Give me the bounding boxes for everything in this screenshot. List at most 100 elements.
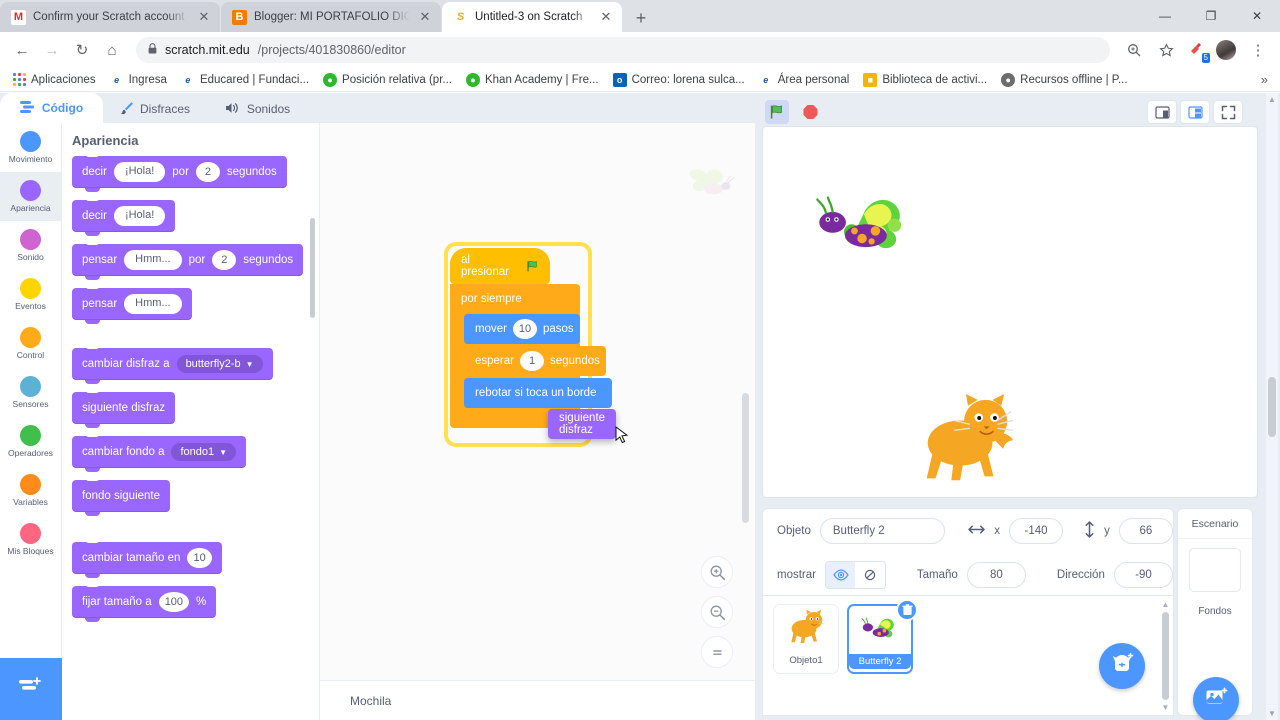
bookmark-ingresa[interactable]: e Ingresa bbox=[104, 71, 173, 89]
bookmark-posicion-relativa[interactable]: ● Posición relativa (pr... bbox=[317, 71, 458, 89]
close-window-button[interactable]: ✕ bbox=[1234, 0, 1280, 32]
block-dropdown[interactable]: butterfly2-b ▼ bbox=[176, 355, 263, 373]
tab-close-icon[interactable]: ✕ bbox=[598, 9, 614, 25]
sprite-x-input[interactable]: -140 bbox=[1009, 518, 1064, 544]
stage-selector-pane[interactable]: Escenario Fondos bbox=[1177, 508, 1253, 720]
small-stage-icon[interactable] bbox=[1147, 100, 1177, 124]
block-palette[interactable]: Apariencia decir ¡Hola! por 2 segundos d… bbox=[62, 123, 320, 720]
new-tab-button[interactable]: + bbox=[627, 4, 655, 32]
bookmark-area-personal[interactable]: e Área personal bbox=[753, 71, 856, 89]
palette-block-cambiar-disfraz[interactable]: cambiar disfraz a butterfly2-b ▼ bbox=[72, 345, 273, 384]
green-flag-button[interactable] bbox=[765, 100, 789, 124]
back-button[interactable]: ← bbox=[8, 36, 36, 64]
category-apariencia[interactable]: Apariencia bbox=[0, 172, 61, 221]
block-text-input[interactable]: ¡Hola! bbox=[113, 162, 166, 182]
stage-sprite-cat[interactable] bbox=[911, 392, 1019, 496]
bookmark-apps[interactable]: Aplicaciones bbox=[6, 71, 102, 89]
maximize-button[interactable]: ❐ bbox=[1188, 0, 1234, 32]
browser-tab-1[interactable]: M Confirm your Scratch account - a ✕ bbox=[0, 2, 220, 32]
category-movimiento[interactable]: Movimiento bbox=[0, 123, 61, 172]
sprite-name-input[interactable]: Butterfly 2 bbox=[819, 518, 946, 544]
scroll-down-arrow-icon[interactable]: ▼ bbox=[1162, 703, 1170, 712]
script-stack[interactable]: al presionar por siempre mover 10 pasos bbox=[444, 242, 629, 447]
sprite-direction-input[interactable]: -90 bbox=[1113, 562, 1173, 588]
palette-block-pensar-por[interactable]: pensar Hmm... por 2 segundos bbox=[72, 241, 304, 280]
backpack-bar[interactable]: Mochila bbox=[320, 680, 755, 720]
tab-codigo[interactable]: Código bbox=[0, 93, 103, 123]
minimize-button[interactable]: — bbox=[1142, 0, 1188, 32]
category-variables[interactable]: Variables bbox=[0, 466, 61, 515]
palette-block-cambiar-fondo[interactable]: cambiar fondo a fondo1 ▼ bbox=[72, 433, 247, 472]
browser-tab-3[interactable]: S Untitled-3 on Scratch ✕ bbox=[442, 2, 622, 32]
block-mover[interactable]: mover 10 pasos bbox=[464, 314, 580, 344]
block-al-presionar[interactable]: al presionar bbox=[450, 248, 550, 284]
stage-sprite-butterfly[interactable] bbox=[805, 190, 923, 268]
category-control[interactable]: Control bbox=[0, 319, 61, 368]
eye-icon[interactable] bbox=[825, 562, 856, 588]
tab-close-icon[interactable]: ✕ bbox=[196, 9, 212, 25]
fullscreen-icon[interactable] bbox=[1213, 100, 1243, 124]
palette-block-pensar[interactable]: pensar Hmm... bbox=[72, 285, 192, 324]
chrome-menu-icon[interactable]: ⋮ bbox=[1244, 36, 1272, 64]
tab-close-icon[interactable]: ✕ bbox=[417, 9, 433, 25]
block-text-input[interactable]: Hmm... bbox=[124, 250, 182, 270]
palette-scrollbar[interactable] bbox=[310, 218, 315, 318]
category-mis-bloques[interactable]: Mis Bloques bbox=[0, 515, 61, 564]
block-number-input[interactable]: 10 bbox=[187, 548, 212, 568]
category-sensores[interactable]: Sensores bbox=[0, 368, 61, 417]
script-workspace[interactable]: al presionar por siempre mover 10 pasos bbox=[320, 123, 755, 720]
tab-sonidos[interactable]: Sonidos bbox=[206, 95, 309, 123]
scroll-up-arrow-icon[interactable]: ▲ bbox=[1268, 93, 1276, 104]
palette-block-cambiar-tamano[interactable]: cambiar tamaño en 10 bbox=[72, 539, 222, 578]
stage-thumbnail[interactable] bbox=[1189, 548, 1241, 592]
stage-canvas[interactable] bbox=[762, 126, 1258, 498]
category-sonido[interactable]: Sonido bbox=[0, 221, 61, 270]
reload-button[interactable]: ↻ bbox=[68, 36, 96, 64]
page-scrollbar[interactable]: ▲ ▼ bbox=[1266, 93, 1278, 720]
zoom-icon[interactable] bbox=[1120, 36, 1148, 64]
add-sprite-button[interactable] bbox=[1099, 643, 1145, 689]
block-number-input[interactable]: 10 bbox=[512, 319, 537, 339]
stop-button[interactable] bbox=[799, 101, 821, 123]
extension-icon[interactable]: 5 bbox=[1184, 38, 1210, 63]
browser-tab-2[interactable]: B Blogger: MI PORTAFOLIO DIGITA ✕ bbox=[221, 2, 441, 32]
bookmarks-overflow-button[interactable]: » bbox=[1261, 72, 1274, 87]
eye-crossed-icon[interactable] bbox=[855, 562, 884, 588]
block-number-input[interactable]: 2 bbox=[195, 162, 220, 182]
trash-icon[interactable] bbox=[896, 599, 918, 621]
bookmark-correo[interactable]: o Correo: lorena sulca... bbox=[607, 71, 751, 89]
profile-avatar[interactable] bbox=[1212, 36, 1240, 64]
scroll-up-arrow-icon[interactable]: ▲ bbox=[1162, 600, 1170, 609]
category-operadores[interactable]: Operadores bbox=[0, 417, 61, 466]
block-text-input[interactable]: ¡Hola! bbox=[113, 206, 166, 226]
zoom-out-icon[interactable] bbox=[701, 596, 733, 628]
zoom-reset-icon[interactable] bbox=[701, 636, 733, 668]
home-button[interactable]: ⌂ bbox=[98, 36, 126, 64]
block-number-input[interactable]: 100 bbox=[158, 592, 190, 612]
tab-disfraces[interactable]: Disfraces bbox=[103, 95, 206, 123]
forward-button[interactable]: → bbox=[38, 36, 66, 64]
bookmark-star-icon[interactable] bbox=[1152, 36, 1180, 64]
palette-block-fondo-siguiente[interactable]: fondo siguiente bbox=[72, 477, 171, 516]
sprite-card-butterfly2[interactable]: Butterfly 2 bbox=[847, 599, 918, 674]
address-bar[interactable]: scratch.mit.edu/projects/401830860/edito… bbox=[136, 37, 1110, 63]
palette-block-decir[interactable]: decir ¡Hola! bbox=[72, 197, 176, 236]
bookmark-recursos-offline[interactable]: ● Recursos offline | P... bbox=[995, 71, 1133, 89]
sprite-y-input[interactable]: 66 bbox=[1118, 518, 1173, 544]
block-number-input[interactable]: 2 bbox=[212, 250, 237, 270]
category-eventos[interactable]: Eventos bbox=[0, 270, 61, 319]
add-backdrop-button[interactable] bbox=[1193, 677, 1239, 720]
palette-block-siguiente-disfraz[interactable]: siguiente disfraz bbox=[72, 389, 176, 428]
palette-block-decir-por[interactable]: decir ¡Hola! por 2 segundos bbox=[72, 153, 287, 192]
block-dropdown[interactable]: fondo1 ▼ bbox=[171, 443, 237, 461]
block-text-input[interactable]: Hmm... bbox=[124, 294, 182, 314]
sprite-card-objeto1[interactable]: Objeto1 bbox=[773, 604, 839, 674]
workspace-vertical-scrollbar[interactable] bbox=[742, 393, 749, 523]
sprite-size-input[interactable]: 80 bbox=[966, 562, 1026, 588]
add-extension-button[interactable] bbox=[0, 658, 62, 720]
scroll-down-arrow-icon[interactable]: ▼ bbox=[1268, 709, 1276, 720]
dragging-block-siguiente-disfraz[interactable]: siguiente disfraz bbox=[548, 409, 617, 439]
large-stage-icon[interactable] bbox=[1180, 100, 1210, 124]
zoom-in-icon[interactable] bbox=[701, 556, 733, 588]
block-rebotar-si-toca-borde[interactable]: rebotar si toca un borde bbox=[464, 378, 612, 408]
